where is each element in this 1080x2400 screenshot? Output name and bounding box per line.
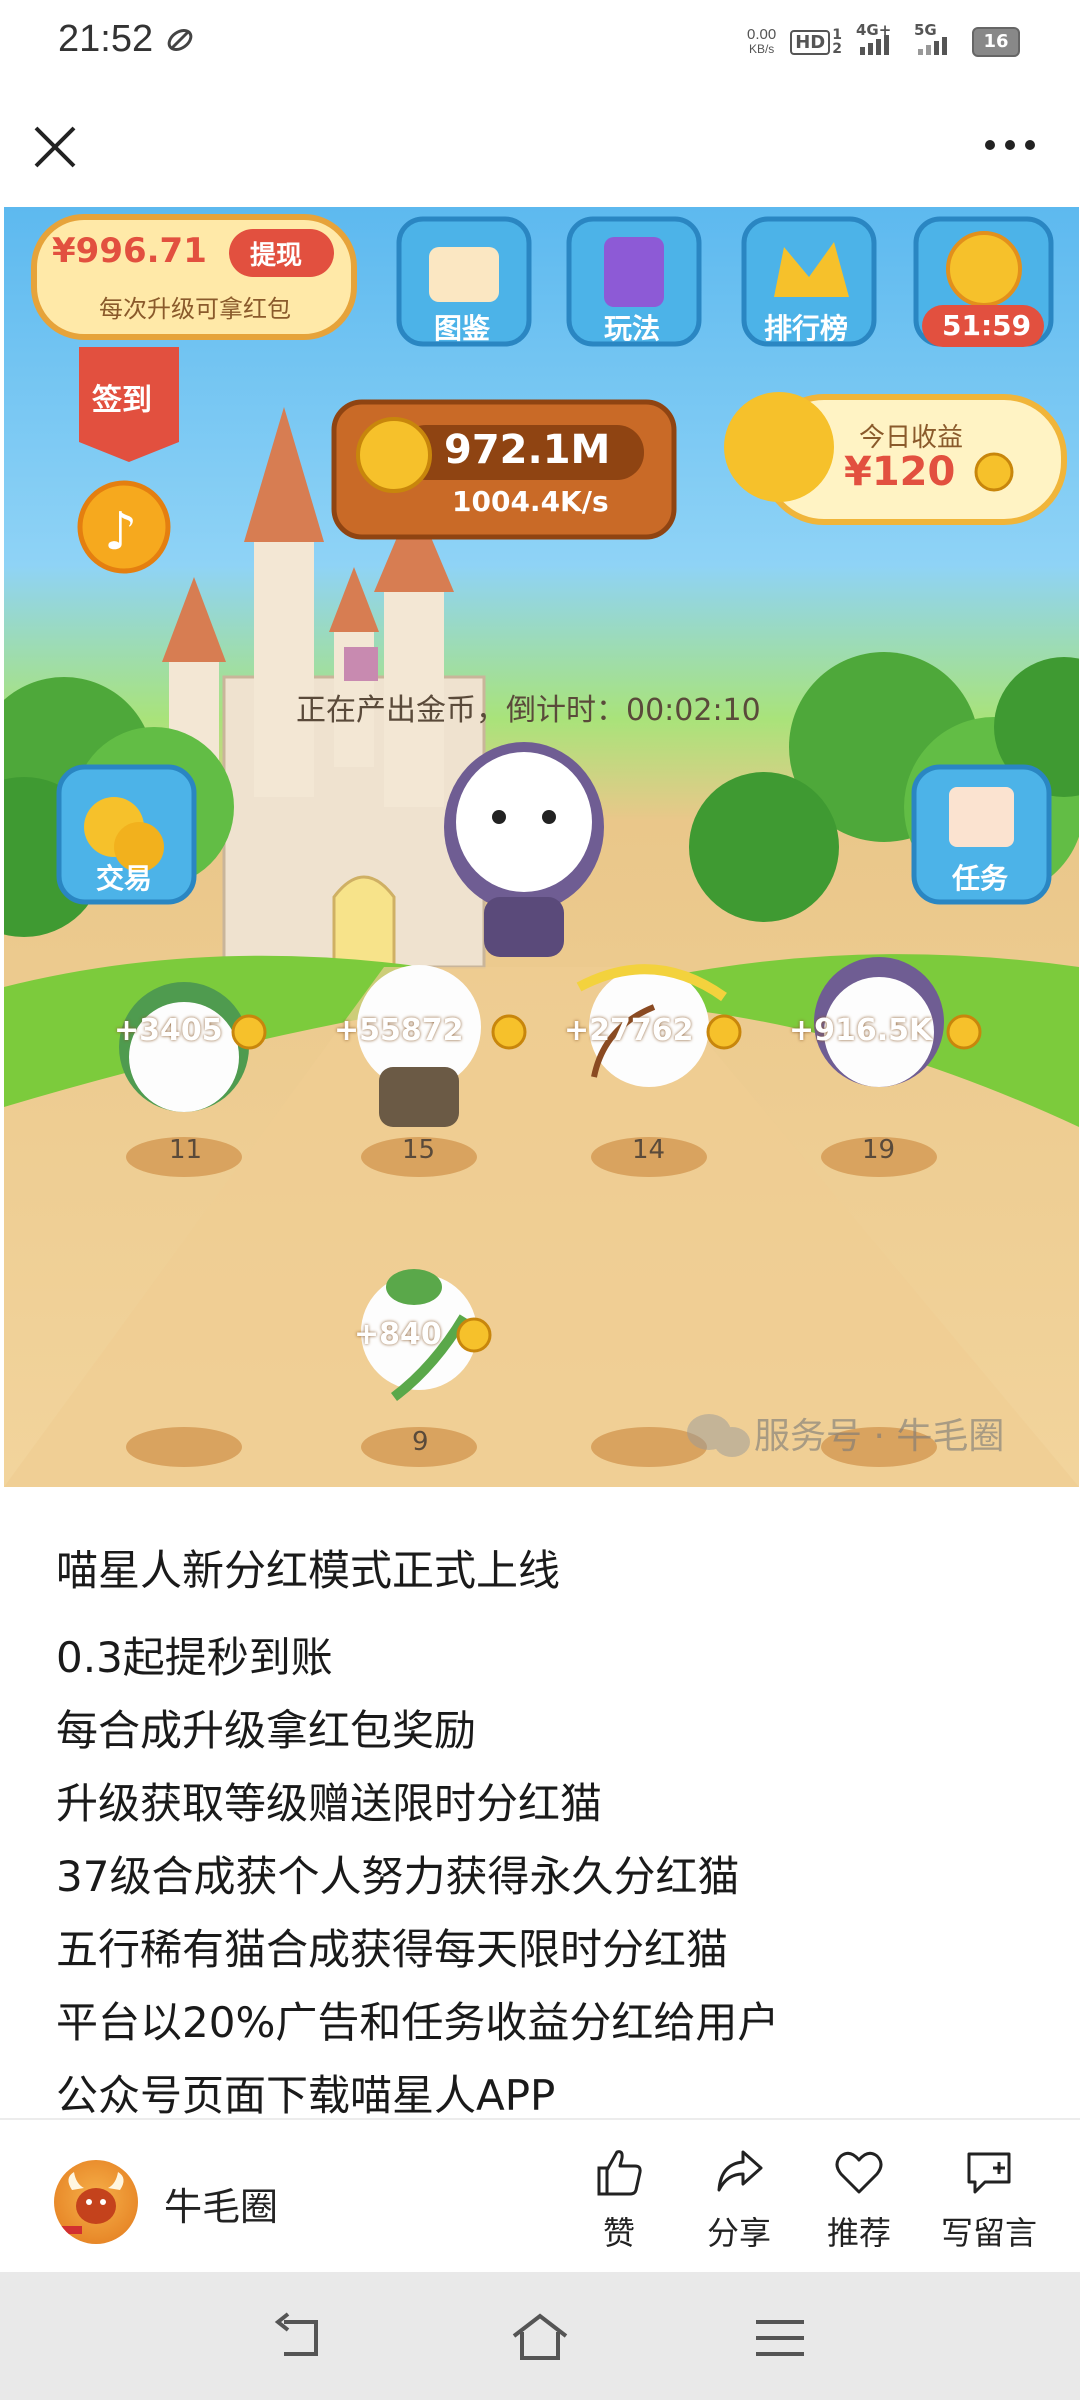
- share-label: 分享: [706, 2214, 771, 2252]
- red-packet-amount[interactable]: ¥996.71: [52, 231, 207, 271]
- author-name[interactable]: 牛毛圈: [164, 2176, 278, 2231]
- task-button[interactable]: 任务: [952, 857, 1008, 897]
- status-icons: 0.00 KB/s HD 1 2 4G+ 5G 16: [747, 21, 1020, 62]
- more-options-icon[interactable]: [980, 130, 1040, 160]
- signal-4g-icon: 4G+: [856, 21, 900, 55]
- net-speed-value: 0.00: [747, 26, 777, 43]
- avatar[interactable]: [54, 2160, 138, 2244]
- hd-icon: HD: [790, 29, 831, 55]
- svg-text:♪: ♪: [104, 502, 137, 562]
- article-banner-image[interactable]: ♪ ¥996.71 提现 每次升级可拿红包 图鉴 玩法 排行榜 51:59 签到…: [4, 207, 1079, 1487]
- menu-icon[interactable]: [750, 2310, 810, 2366]
- battery-icon: 16: [972, 27, 1020, 57]
- recommend-button[interactable]: 推荐: [804, 2144, 914, 2254]
- thumbs-up-icon: [597, 2150, 642, 2196]
- producing-countdown: 正在产出金币，倒计时：00:02:10: [296, 693, 761, 728]
- menu-item-howto[interactable]: 玩法: [604, 307, 660, 347]
- cat-level: 19: [862, 1135, 896, 1165]
- home-icon[interactable]: [510, 2310, 570, 2366]
- sleep-mode-icon: [167, 28, 193, 52]
- article-line: 五行稀有猫合成获得每天限时分红猫: [56, 1925, 729, 1974]
- today-income-value: ¥120: [844, 449, 956, 495]
- bull-logo-icon: [60, 2172, 124, 2234]
- cat-gain: +840: [354, 1317, 442, 1352]
- article-line: 平台以20%广告和任务收益分红给用户: [56, 1998, 780, 2047]
- like-button[interactable]: 赞: [564, 2144, 674, 2254]
- bottom-action-bar: 牛毛圈 赞 分享 推荐 写留言: [0, 2118, 1080, 2274]
- back-icon[interactable]: [270, 2310, 330, 2366]
- watermark: 服务号 · 牛毛圈: [754, 1416, 1005, 1457]
- comment-icon: [967, 2152, 1011, 2194]
- hd-indicator: HD 1 2: [790, 28, 842, 56]
- cat-gain: +27762: [564, 1013, 694, 1048]
- article-line: 每合成升级拿红包奖励: [56, 1706, 477, 1755]
- red-packet-hint: 每次升级可拿红包: [99, 295, 291, 323]
- checkin-button[interactable]: 签到: [92, 375, 152, 419]
- sim2-label: 2: [832, 41, 842, 57]
- like-label: 赞: [602, 2214, 635, 2252]
- signal-5g-icon: 5G: [914, 21, 958, 55]
- net-speed-unit: KB/s: [748, 42, 775, 56]
- cat-gain: +55872: [334, 1013, 464, 1048]
- coins-total: 972.1M: [444, 427, 611, 473]
- coins-rate: 1004.4K/s: [452, 485, 609, 518]
- net2-label: 5G: [914, 21, 937, 39]
- cat-gain: +3405: [114, 1013, 223, 1048]
- status-bar: 21:52 0.00 KB/s HD 1 2 4G+ 5G 16: [0, 0, 1080, 84]
- share-button[interactable]: 分享: [684, 2144, 794, 2254]
- system-navigation-bar: [0, 2272, 1080, 2400]
- article-line: 升级获取等级赠送限时分红猫: [56, 1779, 603, 1828]
- close-icon[interactable]: [30, 122, 80, 172]
- share-icon: [717, 2150, 763, 2192]
- article-body: 喵星人新分红模式正式上线 0.3起提秒到账 每合成升级拿红包奖励 升级获取等级赠…: [56, 1535, 1036, 2132]
- net1-label: 4G+: [856, 21, 892, 39]
- menu-item-leaderboard[interactable]: 排行榜: [764, 307, 848, 347]
- article-title: 喵星人新分红模式正式上线: [56, 1546, 561, 1595]
- cat-level: 11: [169, 1135, 203, 1165]
- status-time: 21:52: [58, 18, 154, 60]
- withdraw-button[interactable]: 提现: [250, 235, 302, 272]
- top-nav: [0, 100, 1080, 200]
- countdown-timer[interactable]: 51:59: [942, 309, 1031, 342]
- cat-level: 9: [412, 1427, 429, 1457]
- banner-illustration: ♪: [4, 214, 1079, 1487]
- heart-icon: [835, 2151, 883, 2194]
- comment-button[interactable]: 写留言: [924, 2144, 1054, 2254]
- cat-level: 14: [632, 1135, 666, 1165]
- net-speed: 0.00 KB/s: [747, 27, 776, 57]
- recommend-label: 推荐: [826, 2214, 891, 2252]
- article-line: 37级合成获个人努力获得永久分红猫: [56, 1852, 740, 1901]
- trade-button[interactable]: 交易: [96, 857, 152, 897]
- menu-item-collection[interactable]: 图鉴: [434, 307, 490, 347]
- article-line: 0.3起提秒到账: [56, 1633, 333, 1682]
- cat-gain: +916.5K: [789, 1013, 933, 1048]
- comment-label: 写留言: [940, 2214, 1037, 2252]
- cat-level: 15: [402, 1135, 436, 1165]
- sim1-label: 1: [832, 27, 842, 43]
